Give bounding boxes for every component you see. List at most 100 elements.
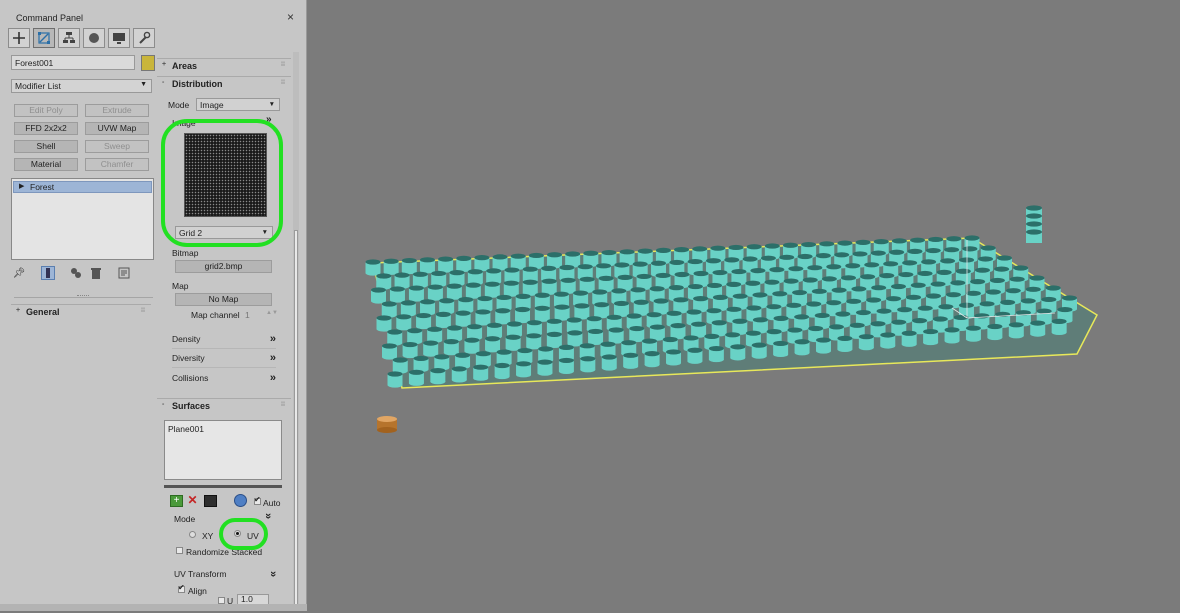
forest-instance[interactable] <box>451 366 467 383</box>
forest-instance[interactable] <box>546 331 562 348</box>
forest-instance[interactable] <box>371 287 386 304</box>
forest-instance[interactable] <box>419 257 435 274</box>
scrollbar-thumb[interactable] <box>294 230 298 610</box>
modifier-list-dropdown[interactable]: Modifier List ▼ <box>11 79 152 93</box>
forest-instance[interactable] <box>413 355 429 373</box>
sweep-button[interactable]: Sweep <box>85 140 149 153</box>
forest-instance[interactable] <box>534 305 550 322</box>
forest-instance[interactable] <box>423 340 439 357</box>
forest-instance[interactable] <box>381 301 397 318</box>
add-surface-icon[interactable]: + <box>170 495 183 507</box>
forest-instance[interactable] <box>464 337 480 354</box>
forest-instance[interactable] <box>687 347 703 364</box>
remove-surface-icon[interactable]: ✕ <box>186 494 199 507</box>
forest-instance[interactable] <box>528 252 544 270</box>
image-collapse-icon[interactable]: » <box>266 114 272 125</box>
density-section[interactable]: Density » <box>172 333 276 349</box>
forest-instance[interactable] <box>503 280 519 297</box>
forest-instance[interactable] <box>794 339 810 356</box>
forest-instance[interactable] <box>541 278 557 295</box>
forest-instance[interactable] <box>446 283 462 300</box>
forest-instance[interactable] <box>475 309 491 326</box>
object-name-field[interactable]: Forest001 <box>11 55 135 70</box>
stack-item-forest[interactable]: ▶ Forest <box>13 181 152 193</box>
forest-instance[interactable] <box>394 272 410 289</box>
forest-instance[interactable] <box>396 314 412 331</box>
forest-instance[interactable] <box>944 327 960 344</box>
forest-instance[interactable] <box>588 328 604 346</box>
forest-instance[interactable] <box>443 339 459 356</box>
forest-instance[interactable] <box>455 310 471 327</box>
forest-instance[interactable] <box>574 303 590 320</box>
refresh-icon[interactable] <box>234 494 247 507</box>
remove-modifier-icon[interactable] <box>89 266 103 280</box>
forest-instance[interactable] <box>560 277 576 294</box>
bitmap-button[interactable]: grid2.bmp <box>175 260 272 273</box>
diversity-section[interactable]: Diversity » <box>172 352 276 368</box>
forest-instance[interactable] <box>691 321 707 338</box>
forest-instance[interactable] <box>401 257 417 275</box>
uvw-map-button[interactable]: UVW Map <box>85 122 149 135</box>
distribution-image-preview[interactable] <box>184 133 267 217</box>
forest-instance[interactable] <box>965 325 981 342</box>
forest-instance[interactable] <box>495 308 511 325</box>
distribution-mode-dropdown[interactable]: Image ▼ <box>196 98 280 111</box>
forest-instance[interactable] <box>510 253 526 270</box>
forest-instance[interactable] <box>473 364 489 381</box>
forest-instance[interactable] <box>670 323 686 340</box>
forest-instance[interactable] <box>427 326 443 343</box>
forest-instance[interactable] <box>1051 318 1067 335</box>
forest-instance[interactable] <box>408 369 424 386</box>
chamfer-button[interactable]: Chamfer <box>85 158 149 171</box>
uv-transform-section[interactable]: UV Transform » <box>174 569 279 583</box>
forest-instance[interactable] <box>601 354 617 371</box>
forest-instance[interactable] <box>434 354 450 371</box>
align-checkbox[interactable] <box>178 583 185 593</box>
forest-instance[interactable] <box>389 286 405 303</box>
surfaces-list-scrollbar[interactable] <box>164 485 282 488</box>
material-button[interactable]: Material <box>14 158 78 171</box>
forest-instance[interactable] <box>465 282 481 299</box>
forest-instance[interactable] <box>666 349 682 366</box>
forest-instance[interactable] <box>858 334 874 351</box>
forest-instance[interactable] <box>537 359 553 376</box>
map-button[interactable]: No Map <box>175 293 272 306</box>
forest-instance[interactable] <box>633 299 649 316</box>
forest-instance[interactable] <box>923 328 939 346</box>
show-end-result-icon[interactable] <box>41 266 55 280</box>
configure-modifier-sets-icon[interactable] <box>117 266 131 280</box>
forest-instance[interactable] <box>365 259 381 276</box>
forest-instance[interactable] <box>430 368 446 385</box>
make-unique-icon[interactable] <box>69 266 83 280</box>
object-color-swatch[interactable] <box>141 55 155 71</box>
auto-checkbox[interactable] <box>254 495 261 505</box>
surface-item[interactable]: Plane001 <box>168 424 278 434</box>
forest-instance[interactable] <box>987 323 1003 341</box>
double-chevron-down-icon[interactable]: » <box>262 513 274 519</box>
forest-instance[interactable] <box>730 344 746 361</box>
forest-instance[interactable] <box>392 357 408 374</box>
forest-instance[interactable] <box>387 371 403 388</box>
forest-instance[interactable] <box>901 330 917 347</box>
general-rollout-header[interactable]: + General ⁞⁞ <box>11 304 151 319</box>
forest-instance[interactable] <box>382 343 397 360</box>
forest-instance[interactable] <box>522 279 538 296</box>
collisions-section[interactable]: Collisions » <box>172 372 276 387</box>
shell-button[interactable]: Shell <box>14 140 78 153</box>
forest-instance[interactable] <box>629 325 645 343</box>
extrude-button[interactable]: Extrude <box>85 104 149 117</box>
forest-instance[interactable] <box>608 327 624 344</box>
forest-instance[interactable] <box>376 315 392 332</box>
forest-scene[interactable] <box>307 0 1180 611</box>
forest-instance[interactable] <box>420 299 436 316</box>
forest-instance[interactable] <box>438 256 454 273</box>
proxy-cylinder-object[interactable] <box>377 416 397 433</box>
forest-instance[interactable] <box>580 356 596 373</box>
forest-instance[interactable] <box>751 342 767 359</box>
forest-instance[interactable] <box>613 300 629 318</box>
forest-instance[interactable] <box>644 351 660 368</box>
forest-instance[interactable] <box>594 302 610 319</box>
forest-instance[interactable] <box>416 312 432 330</box>
forest-instance[interactable] <box>456 255 472 272</box>
close-icon[interactable]: × <box>287 10 294 24</box>
